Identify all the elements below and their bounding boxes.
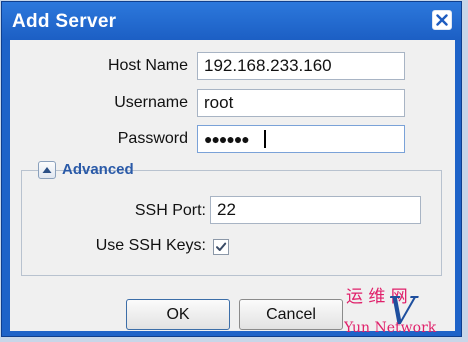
cancel-button[interactable]: Cancel: [239, 299, 343, 330]
collapse-toggle-button[interactable]: [38, 161, 56, 179]
close-icon: [436, 14, 448, 26]
title-bar[interactable]: Add Server: [2, 2, 461, 40]
checkmark-icon: [216, 242, 227, 251]
ssh-port-input[interactable]: 22: [210, 196, 421, 224]
host-name-input[interactable]: 192.168.233.160: [197, 52, 405, 80]
advanced-legend-label: Advanced: [62, 161, 134, 178]
watermark-english-text: Yun Network: [344, 320, 437, 336]
password-input[interactable]: ●●●●●●: [197, 125, 405, 153]
ssh-port-label: SSH Port:: [134, 202, 206, 219]
host-name-label: Host Name: [107, 57, 188, 74]
watermark-logo: 运 维 网 V Yun Network: [344, 287, 437, 336]
ok-button[interactable]: OK: [126, 299, 230, 330]
chevron-up-icon: [42, 167, 52, 173]
close-button[interactable]: [432, 10, 452, 30]
advanced-legend[interactable]: Advanced: [38, 161, 134, 181]
username-label: Username: [114, 94, 188, 111]
ssh-keys-label: Use SSH Keys:: [95, 237, 206, 254]
dialog-title: Add Server: [12, 11, 117, 32]
password-label: Password: [117, 130, 188, 147]
username-input[interactable]: root: [197, 89, 405, 117]
ssh-keys-checkbox[interactable]: [213, 239, 229, 255]
password-value: ●●●●●●: [204, 131, 250, 147]
text-caret: [264, 130, 266, 148]
